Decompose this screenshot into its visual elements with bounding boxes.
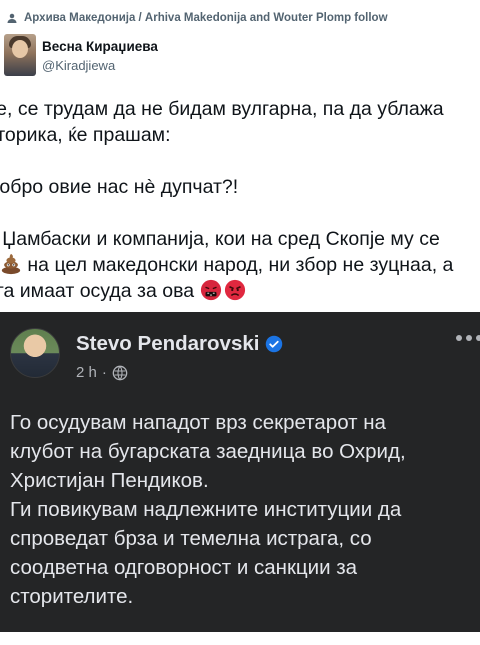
author-handle[interactable]: @Kiradjiewa xyxy=(42,58,115,73)
fb-text-line: сторителите. xyxy=(10,585,134,608)
fb-text-line: Христијан Пендиков. xyxy=(10,469,209,492)
verified-badge-icon xyxy=(266,335,283,353)
fb-text-line: Го осудувам нападот врз секретарот на xyxy=(10,411,386,434)
cursing-face-icon xyxy=(200,279,221,301)
avatar[interactable] xyxy=(4,34,36,76)
embedded-facebook-post[interactable]: Stevo Pendarovski 2 h · Го осудувам напа… xyxy=(0,312,480,632)
tweet-line-text: на цел македонски народ, ни збор не зуцн… xyxy=(22,254,454,276)
tweet-line: Добро овие нас нè дупчат?! xyxy=(0,176,239,198)
tweet-text: ве, се трудам да не бидам вулгарна, па д… xyxy=(0,96,480,304)
pile-of-poo-icon xyxy=(1,253,21,275)
angry-face-icon xyxy=(224,279,245,301)
fb-meta: 2 h · xyxy=(76,364,128,381)
social-context[interactable]: Архива Македонија / Arhiva Makedonija an… xyxy=(6,12,480,24)
tweet-author: Весна Кираџиева @Kiradjiewa xyxy=(0,34,480,84)
tweet-line-with-emoji: на цел македонски народ, ни збор не зуцн… xyxy=(0,252,480,278)
more-options-icon[interactable] xyxy=(455,332,480,344)
author-name[interactable]: Весна Кираџиева xyxy=(42,39,158,54)
tweet-line: еторика, ќе прашам: xyxy=(0,124,171,146)
globe-icon xyxy=(112,365,128,380)
fb-text-line: спроведат брза и темелна истрага, со xyxy=(10,527,372,550)
fb-avatar[interactable] xyxy=(10,328,60,378)
tweet-line-with-emoji: ега имаат осуда за ова xyxy=(0,278,480,304)
person-icon xyxy=(7,13,17,23)
fb-text-line: Ги повикувам надлежните институции да xyxy=(10,498,402,521)
tweet-line: ве, се трудам да не бидам вулгарна, па д… xyxy=(0,98,444,120)
fb-text-line: клубот на бугарската заедница во Охрид, xyxy=(10,440,406,463)
social-context-text: Архива Македонија / Arhiva Makedonija an… xyxy=(24,12,388,24)
fb-author-name[interactable]: Stevo Pendarovski xyxy=(76,332,259,356)
tweet-line: а Џамбаски и компанија, кои на сред Скоп… xyxy=(0,228,440,250)
fb-text-line: соодветна одговорност и санкции за xyxy=(10,556,358,579)
tweet-line-text: ега имаат осуда за ова xyxy=(0,280,200,302)
fb-post-text: Го осудувам нападот врз секретарот на кл… xyxy=(10,408,480,611)
fb-name-row: Stevo Pendarovski xyxy=(76,332,283,356)
fb-time[interactable]: 2 h xyxy=(76,364,97,381)
